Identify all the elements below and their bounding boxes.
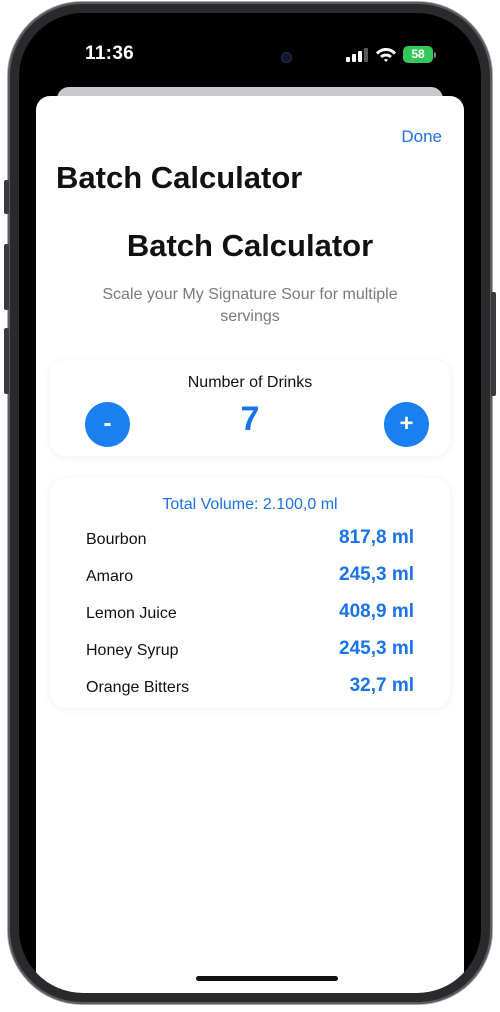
ingredient-row: Lemon Juice 408,9 ml: [86, 600, 414, 628]
battery-icon: 58: [403, 46, 433, 63]
total-volume: Total Volume: 2.100,0 ml: [162, 496, 338, 513]
batch-calculator-sheet: Done Batch Calculator Batch Calculator S…: [36, 96, 464, 993]
navigation-title: Batch Calculator: [56, 160, 303, 195]
home-indicator[interactable]: [196, 976, 338, 981]
side-button: [491, 292, 496, 396]
cellular-signal-icon: [346, 48, 368, 62]
screen: 11:36 58 Done Batch Calculator Batch Cal…: [19, 13, 481, 993]
ingredient-row: Orange Bitters 32,7 ml: [86, 674, 414, 702]
page-title: Batch Calculator: [126, 228, 374, 263]
done-button[interactable]: Done: [401, 127, 442, 147]
ingredient-name: Lemon Juice: [86, 605, 177, 622]
status-bar: 11:36 58: [19, 13, 481, 83]
ingredients-card: Total Volume: 2.100,0 ml Bourbon 817,8 m…: [50, 478, 450, 708]
ingredient-amount: 245,3 ml: [339, 638, 414, 659]
status-time: 11:36: [85, 43, 135, 64]
phone-frame: 11:36 58 Done Batch Calculator Batch Cal…: [4, 2, 496, 1004]
ingredient-row: Amaro 245,3 ml: [86, 563, 414, 591]
ingredient-name: Honey Syrup: [86, 642, 179, 659]
battery-tip: [434, 52, 436, 58]
wifi-icon: [376, 48, 396, 62]
ingredient-amount: 245,3 ml: [339, 564, 414, 585]
ingredient-amount: 817,8 ml: [339, 527, 414, 548]
increase-button[interactable]: +: [384, 402, 429, 447]
ingredient-row: Bourbon 817,8 ml: [86, 526, 414, 554]
ingredient-amount: 32,7 ml: [349, 675, 414, 696]
dynamic-island: [183, 39, 317, 77]
volume-down-button: [4, 328, 9, 394]
front-camera: [281, 52, 292, 63]
ingredient-name: Bourbon: [86, 531, 147, 548]
ingredient-amount: 408,9 ml: [339, 601, 414, 622]
ingredient-row: Honey Syrup 245,3 ml: [86, 637, 414, 665]
volume-up-button: [4, 244, 9, 310]
counter-label: Number of Drinks: [187, 374, 313, 391]
ingredient-name: Orange Bitters: [86, 679, 190, 696]
page-subtitle: Scale your My Signature Sour for multipl…: [102, 286, 398, 325]
ingredient-name: Amaro: [86, 568, 134, 585]
drink-counter-card: Number of Drinks - 7 +: [50, 360, 450, 456]
action-button: [4, 180, 9, 214]
